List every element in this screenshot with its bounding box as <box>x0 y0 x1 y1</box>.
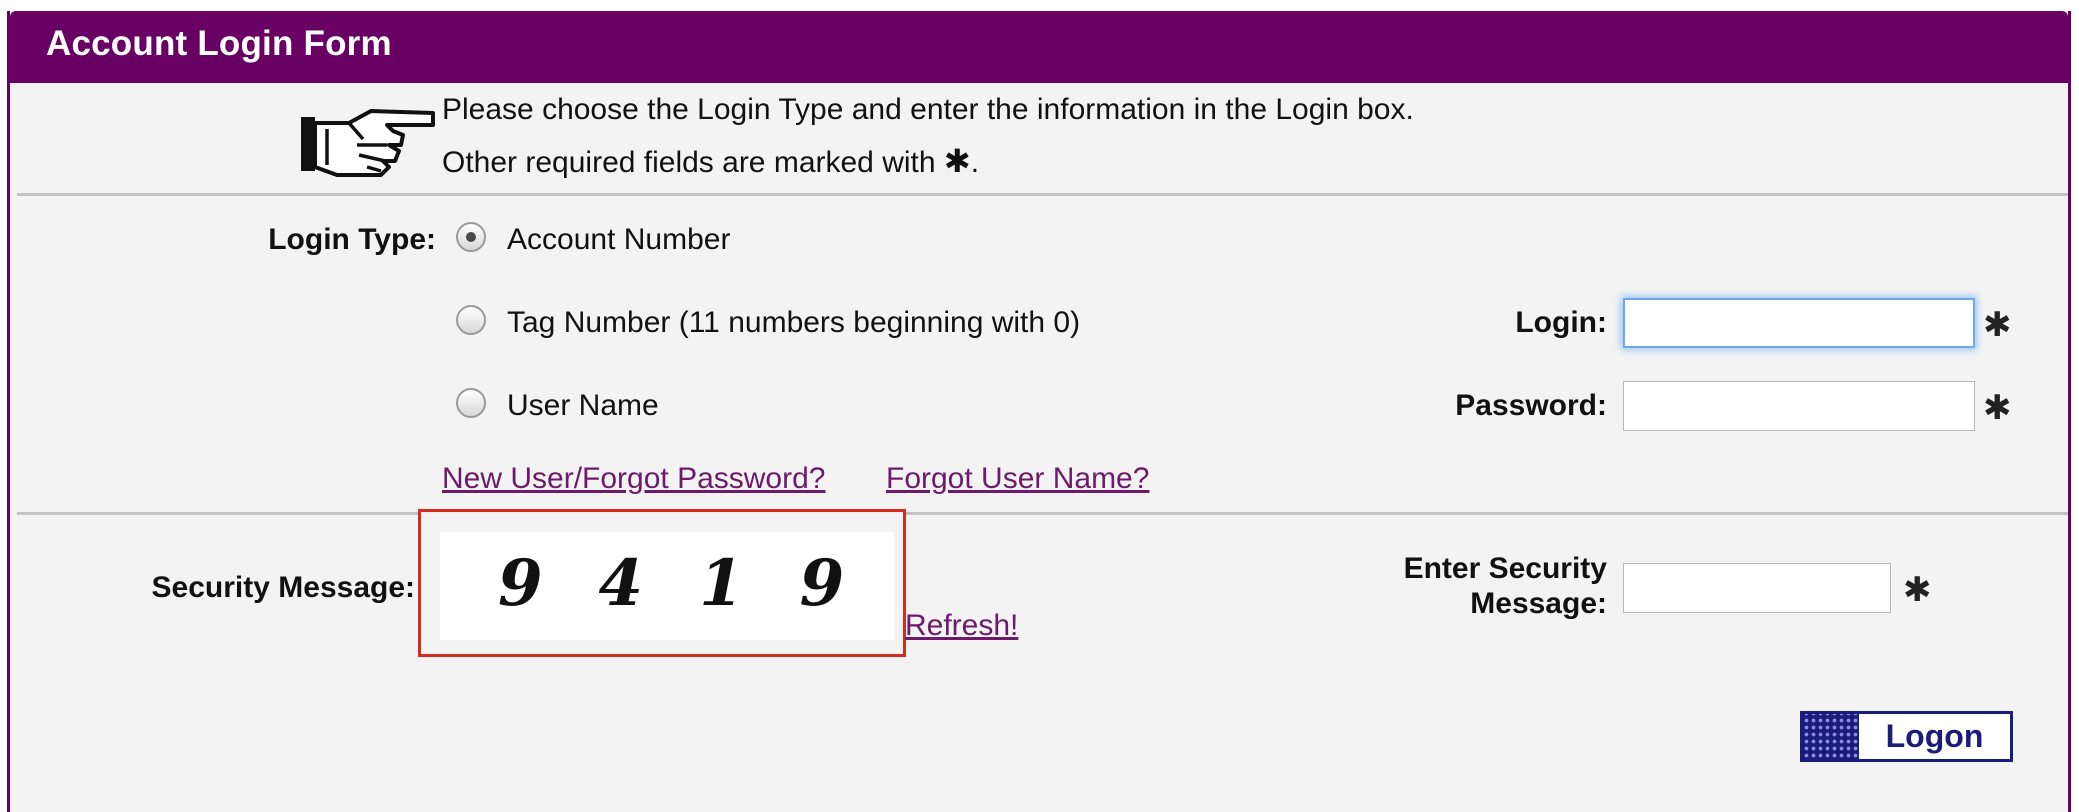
divider <box>17 512 2068 515</box>
new-user-forgot-password-link[interactable]: New User/Forgot Password? <box>442 462 825 496</box>
logon-button[interactable]: Logon <box>1800 711 2013 762</box>
security-message-input[interactable] <box>1623 563 1891 613</box>
radio-tag-number[interactable] <box>456 305 486 335</box>
enter-security-label-line-2: Message: <box>1470 587 1607 620</box>
divider <box>17 193 2068 196</box>
pointing-hand-icon <box>301 109 435 177</box>
option-label-tag-number: Tag Number (11 numbers beginning with 0) <box>507 306 1081 339</box>
security-message-label: Security Message: <box>151 571 415 604</box>
password-input[interactable] <box>1623 381 1975 431</box>
intro-line-2-end: . <box>970 146 980 179</box>
title-bar: Account Login Form <box>10 11 2068 83</box>
required-marker-icon: ✱ <box>943 143 971 179</box>
page-title: Account Login Form <box>46 24 392 63</box>
password-label: Password: <box>1455 389 1607 422</box>
login-label: Login: <box>1515 306 1607 339</box>
option-label-account-number: Account Number <box>507 223 731 256</box>
intro-line-2: Other required fields are marked with ✱. <box>442 142 979 180</box>
dot-grid-icon <box>1803 714 1859 759</box>
enter-security-message-label: Enter Security Message: <box>1310 551 1607 621</box>
captcha-image: 9419 <box>440 532 894 640</box>
radio-account-number[interactable] <box>456 222 486 252</box>
enter-security-label-line-1: Enter Security <box>1403 552 1607 585</box>
option-label-user-name: User Name <box>507 389 659 422</box>
login-form-panel: Account Login Form Please choose the Log… <box>7 11 2071 812</box>
radio-user-name[interactable] <box>456 388 486 418</box>
required-marker-icon: ✱ <box>1983 306 2012 344</box>
required-marker-icon: ✱ <box>1903 571 1932 609</box>
required-marker-icon: ✱ <box>1983 389 2012 427</box>
intro-line-2-text: Other required fields are marked with <box>442 146 944 179</box>
captcha-text: 9419 <box>498 546 901 621</box>
login-input[interactable] <box>1623 298 1975 348</box>
intro-line-1: Please choose the Login Type and enter t… <box>442 93 1414 126</box>
captcha-highlight-box: 9419 <box>418 509 906 657</box>
forgot-user-name-link[interactable]: Forgot User Name? <box>886 462 1149 496</box>
refresh-captcha-link[interactable]: Refresh! <box>905 609 1018 643</box>
login-type-label: Login Type: <box>268 223 436 256</box>
logon-button-label: Logon <box>1885 718 1984 754</box>
